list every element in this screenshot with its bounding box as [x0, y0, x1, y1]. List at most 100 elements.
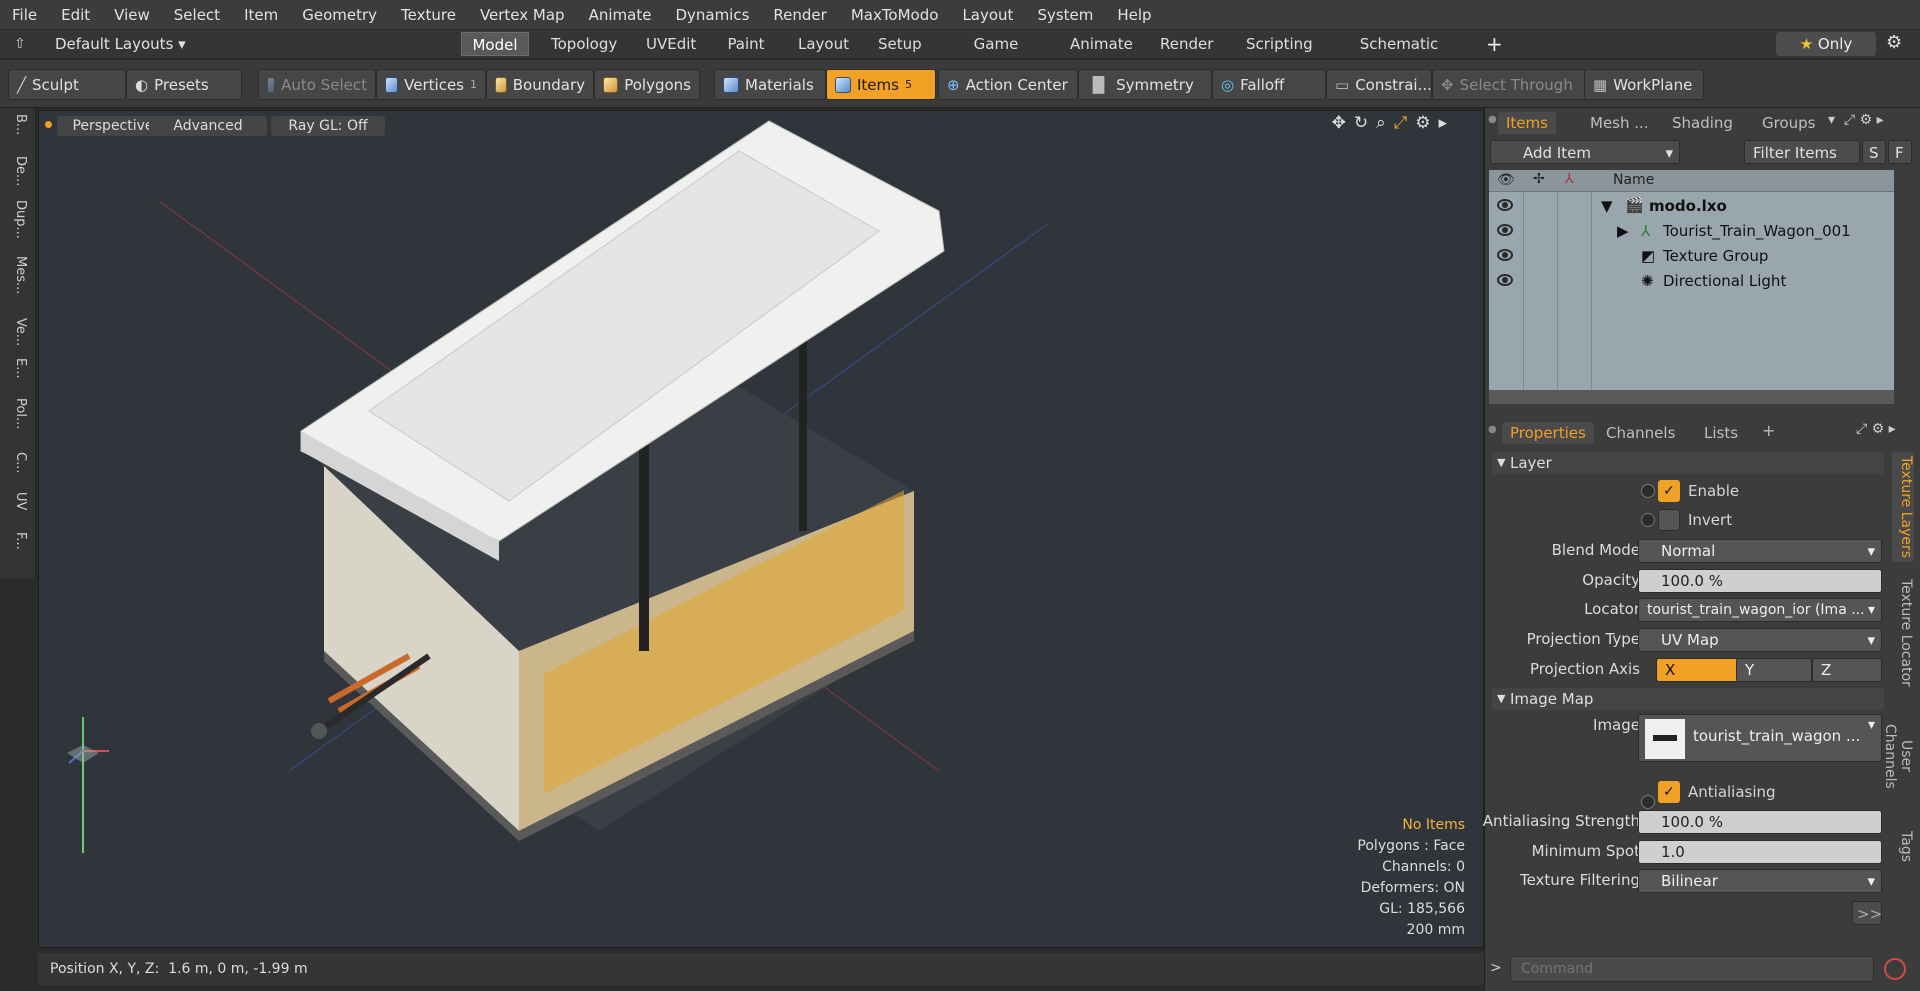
tab-animate[interactable]: Animate [1060, 32, 1136, 56]
tool-tab-10[interactable]: F... [8, 532, 28, 550]
antialiasing-checkbox[interactable]: ✓ [1658, 781, 1680, 803]
projection-type-select[interactable]: UV Map [1638, 628, 1882, 652]
eye-icon[interactable] [1497, 274, 1513, 286]
tab-mesh-panel[interactable]: Mesh ... [1582, 112, 1657, 134]
texture-filtering-select[interactable]: Bilinear [1638, 869, 1882, 893]
tool-tab-4[interactable]: Mes... [8, 256, 28, 294]
menu-file[interactable]: File [0, 0, 49, 30]
vertices-button[interactable]: Vertices 1 [376, 69, 486, 100]
only-toggle[interactable]: ★ Only [1776, 32, 1876, 56]
min-spot-input[interactable]: 1.0 [1638, 840, 1882, 864]
tool-tab-2[interactable]: De... [8, 156, 28, 186]
constraints-button[interactable]: ▭ Constrai... [1326, 69, 1432, 100]
filter-items-input[interactable]: Filter Items [1744, 140, 1860, 164]
panel-menu-icon[interactable]: ⤢ ⚙ ▸ [1856, 421, 1896, 437]
menu-animate[interactable]: Animate [577, 0, 664, 30]
materials-button[interactable]: Materials [714, 69, 826, 100]
tool-tab-1[interactable]: B... [8, 114, 28, 135]
tab-schematic-fusion[interactable]: Schematic Fusion [1332, 32, 1466, 77]
name-column-header[interactable]: Name [1613, 172, 1654, 188]
menu-render[interactable]: Render [761, 0, 838, 30]
image-select[interactable]: tourist_train_wagon ... ▾ [1638, 714, 1882, 762]
tab-game-tools[interactable]: Game Tools [948, 32, 1044, 77]
list-item[interactable]: ▼ 🎬 modo.lxo [1489, 194, 1894, 219]
expand-icon[interactable]: ▼ [1601, 194, 1613, 219]
expand-icon[interactable]: ▶ [1617, 219, 1629, 244]
symmetry-button[interactable]: ▐▌ Symmetry [1078, 69, 1212, 100]
menu-vertex-map[interactable]: Vertex Map [468, 0, 577, 30]
side-tab-tags[interactable]: Tags [1892, 826, 1914, 866]
tab-render[interactable]: Render [1150, 32, 1222, 56]
axis-y-button[interactable]: Y [1736, 658, 1812, 682]
falloff-button[interactable]: ◎ Falloff [1212, 69, 1326, 100]
filter-f-button[interactable]: F [1888, 140, 1912, 164]
menu-dynamics[interactable]: Dynamics [663, 0, 761, 30]
eye-icon[interactable] [1497, 199, 1513, 211]
tab-uvedit[interactable]: UVEdit [636, 32, 704, 56]
menu-maxtomodo[interactable]: MaxToModo [839, 0, 951, 30]
eye-icon[interactable] [1497, 224, 1513, 236]
add-tab-icon[interactable]: + [1762, 421, 1775, 440]
tab-shading-panel[interactable]: Shading [1664, 112, 1741, 134]
workplane-button[interactable]: ▦ WorkPlane [1584, 69, 1704, 100]
layer-section[interactable]: ▼ Layer [1492, 452, 1884, 474]
command-input[interactable] [1510, 956, 1874, 982]
aa-strength-slider[interactable]: 100.0 % [1638, 810, 1882, 834]
tab-topology[interactable]: Topology [541, 32, 623, 56]
tab-layout[interactable]: Layout [788, 32, 856, 56]
menu-view[interactable]: View [102, 0, 162, 30]
layout-up-icon[interactable]: ⇧ [14, 36, 26, 52]
invert-checkbox[interactable] [1658, 509, 1680, 531]
items-button[interactable]: Items 5 [826, 69, 936, 100]
list-item[interactable]: ✺ Directional Light [1489, 269, 1894, 294]
menu-select[interactable]: Select [162, 0, 232, 30]
tool-tab-6[interactable]: E... [8, 358, 28, 379]
menu-layout[interactable]: Layout [950, 0, 1025, 30]
gear-icon[interactable]: ⚙ [1886, 32, 1902, 53]
3d-viewport[interactable]: Perspective Advanced Ray GL: Off ✥↻⌕⤢⚙▸ … [38, 110, 1484, 948]
item-list-scrollbar[interactable] [1489, 390, 1894, 404]
tab-lists[interactable]: Lists [1696, 422, 1746, 444]
tab-setup[interactable]: Setup [868, 32, 930, 56]
add-item-button[interactable]: Add Item ▾ [1490, 140, 1680, 164]
panel-menu-icon[interactable]: ▾ ⤢ ⚙ ▸ [1828, 112, 1884, 128]
tool-tab-5[interactable]: Ve... [8, 318, 28, 346]
boundary-button[interactable]: Boundary [486, 69, 594, 100]
select-through-button[interactable]: ✥ Select Through [1432, 69, 1586, 100]
tab-groups-panel[interactable]: Groups [1754, 112, 1823, 134]
list-item[interactable]: ▶ ⅄ Tourist_Train_Wagon_001 [1489, 219, 1894, 244]
menu-help[interactable]: Help [1105, 0, 1163, 30]
list-item[interactable]: ◩ Texture Group [1489, 244, 1894, 269]
tab-model[interactable]: Model [461, 32, 529, 56]
auto-select-button[interactable]: Auto Select [258, 69, 376, 100]
tool-tab-9[interactable]: UV [8, 492, 28, 510]
tab-paint[interactable]: Paint [716, 32, 776, 56]
polygons-button[interactable]: Polygons [594, 69, 700, 100]
menu-item[interactable]: Item [232, 0, 290, 30]
filter-s-button[interactable]: S [1862, 140, 1886, 164]
tab-items-panel[interactable]: Items [1498, 112, 1556, 134]
sculpt-button[interactable]: ╱ Sculpt [8, 69, 126, 100]
enable-checkbox[interactable]: ✓ [1658, 480, 1680, 502]
tab-scripting[interactable]: Scripting [1236, 32, 1318, 56]
eye-icon[interactable] [1497, 249, 1513, 261]
action-center-button[interactable]: ⊕ Action Center [938, 69, 1078, 100]
menu-system[interactable]: System [1025, 0, 1105, 30]
tool-tab-8[interactable]: C... [8, 452, 28, 473]
blend-mode-select[interactable]: Normal [1638, 539, 1882, 563]
menu-geometry[interactable]: Geometry [290, 0, 389, 30]
side-tab-texture-layers[interactable]: Texture Layers [1892, 452, 1914, 562]
tool-tab-7[interactable]: Pol... [8, 398, 28, 429]
layout-selector[interactable]: Default Layouts ▾ [55, 35, 186, 53]
locator-select[interactable]: tourist_train_wagon_ior (Ima ... [1638, 598, 1882, 622]
tool-tab-3[interactable]: Dup... [8, 200, 28, 239]
more-button[interactable]: >> [1852, 901, 1882, 925]
tab-properties[interactable]: Properties [1502, 422, 1594, 444]
add-tab-icon[interactable]: + [1486, 32, 1503, 56]
menu-edit[interactable]: Edit [49, 0, 102, 30]
presets-button[interactable]: ◐ Presets [126, 69, 242, 100]
record-icon[interactable] [1884, 958, 1906, 980]
tab-channels[interactable]: Channels [1598, 422, 1683, 444]
image-map-section[interactable]: ▼ Image Map [1492, 688, 1884, 710]
menu-texture[interactable]: Texture [389, 0, 468, 30]
